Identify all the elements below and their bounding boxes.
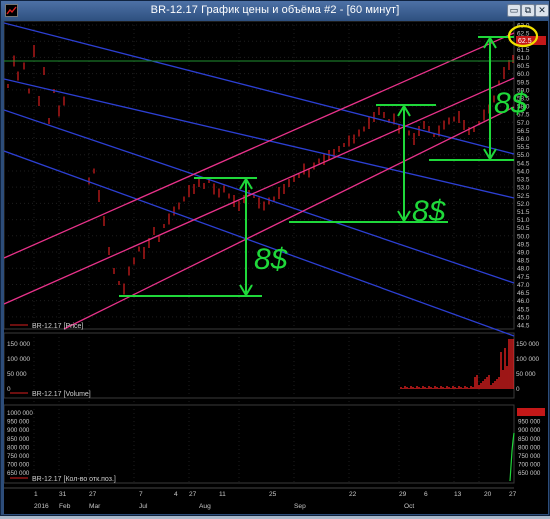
price-tick-label: 48.0 [517,266,530,273]
price-tick-label: 46.5 [517,290,530,297]
price-tick-label: 49.0 [517,250,530,257]
time-month-label: Sep [294,503,306,510]
oi-tick-label: 850 000 [518,436,541,443]
oi-tick-label-left: 650 000 [7,470,30,477]
price-tick-label: 54.5 [517,160,530,167]
volume-tick-label-left: 50 000 [7,371,27,378]
time-day-label: 27 [89,491,97,498]
oi-tick-label-left: 700 000 [7,462,30,469]
volume-tick-label: 150 000 [516,341,540,348]
time-month-label: Jul [139,503,148,510]
chart-window: BR-12.17 График цены и объёма #2 - [60 м… [0,0,550,516]
oi-tick-label: 650 000 [518,470,541,477]
time-day-label: 1 [34,491,38,498]
volume-tick-label-left: 150 000 [7,341,31,348]
volume-legend: BR-12.17 [Volume] [32,391,91,398]
window-title: BR-12.17 График цены и объёма #2 - [60 м… [150,4,400,16]
volume-tick-label-left: 100 000 [7,356,31,363]
price-tick-label: 52.0 [517,201,530,208]
oi-tick-label-left: 950 000 [7,419,30,426]
price-legend: BR-12.17 [Price] [32,323,83,330]
close-button[interactable]: ✕ [535,4,549,17]
price-tick-label: 46.0 [517,298,530,305]
volume-tick-label: 0 [516,386,520,393]
time-month-label: 2016 [34,503,49,510]
annotation-label-3: 8$ [494,87,529,120]
time-month-label: Oct [404,503,414,510]
time-month-label: Feb [59,503,71,510]
price-tick-label: 53.0 [517,185,530,192]
volume-tick-label: 50 000 [516,371,536,378]
price-tick-label: 45.5 [517,306,530,313]
oi-tick-label: 800 000 [518,444,541,451]
price-tick-label: 57.0 [517,120,530,127]
annotation-label-1: 8$ [254,243,289,276]
oi-tick-label: 750 000 [518,453,541,460]
oi-tick-label: 700 000 [518,462,541,469]
price-tick-label: 56.5 [517,128,530,135]
time-day-label: 25 [269,491,277,498]
price-tick-label: 52.5 [517,193,530,200]
time-day-label: 6 [424,491,428,498]
time-day-label: 7 [139,491,143,498]
time-day-label: 11 [219,491,226,498]
oi-legend: BR-12.17 [Кол-во отк.поз.] [32,476,116,483]
price-tick-label: 47.0 [517,282,530,289]
chart-canvas[interactable]: 63.062.562.061.561.060.560.059.559.058.5… [3,20,548,514]
price-tick-label: 54.0 [517,168,530,175]
price-tick-label: 55.0 [517,152,530,159]
oi-tick-label-left: 900 000 [7,427,30,434]
oi-pane [3,404,515,484]
price-tick-label: 50.5 [517,225,530,232]
oi-tick-label-left: 1000 000 [7,410,33,417]
time-day-label: 27 [189,491,197,498]
price-tick-label: 61.0 [517,55,530,62]
price-tick-label: 48.5 [517,258,530,265]
oi-tick-label-left: 850 000 [7,436,30,443]
price-tick-label: 50.0 [517,233,530,240]
time-month-label: Aug [199,503,211,510]
oi-tick-label: 900 000 [518,427,541,434]
oi-tick-label-left: 800 000 [7,444,30,451]
time-day-label: 13 [454,491,462,498]
oi-current-marker [517,408,545,416]
chart-area[interactable]: 63.062.562.061.561.060.560.059.559.058.5… [3,20,548,514]
restore-button[interactable]: ⧉ [521,4,535,17]
time-day-label: 31 [59,491,67,498]
price-tick-label: 51.0 [517,217,530,224]
time-day-label: 22 [349,491,357,498]
time-day-label: 27 [509,491,517,498]
time-day-label: 29 [399,491,407,498]
price-tick-label: 53.5 [517,177,530,184]
minimize-button[interactable]: ▭ [507,4,521,17]
time-day-label: 4 [174,491,178,498]
price-tick-label: 44.5 [517,323,530,330]
price-tick-label: 60.5 [517,63,530,70]
price-tick-label: 45.0 [517,314,530,321]
price-tick-label: 60.0 [517,71,530,78]
time-month-label: Mar [89,503,101,510]
annotation-label-2: 8$ [412,195,447,228]
oi-tick-label-left: 750 000 [7,453,30,460]
price-axis-labels: 63.062.562.061.561.060.560.059.559.058.5… [517,23,530,330]
price-tick-label: 61.5 [517,47,530,54]
price-tick-label: 51.5 [517,209,530,216]
oi-tick-label: 950 000 [518,419,541,426]
price-tick-label: 59.5 [517,79,530,86]
volume-tick-label: 100 000 [516,356,540,363]
price-tick-label: 49.5 [517,241,530,248]
price-tick-label: 47.5 [517,274,530,281]
time-day-label: 20 [484,491,492,498]
volume-tick-label-left: 0 [7,386,11,393]
title-bar[interactable]: BR-12.17 График цены и объёма #2 - [60 м… [1,1,549,21]
price-tick-label: 55.5 [517,144,530,151]
price-tick-label: 56.0 [517,136,530,143]
